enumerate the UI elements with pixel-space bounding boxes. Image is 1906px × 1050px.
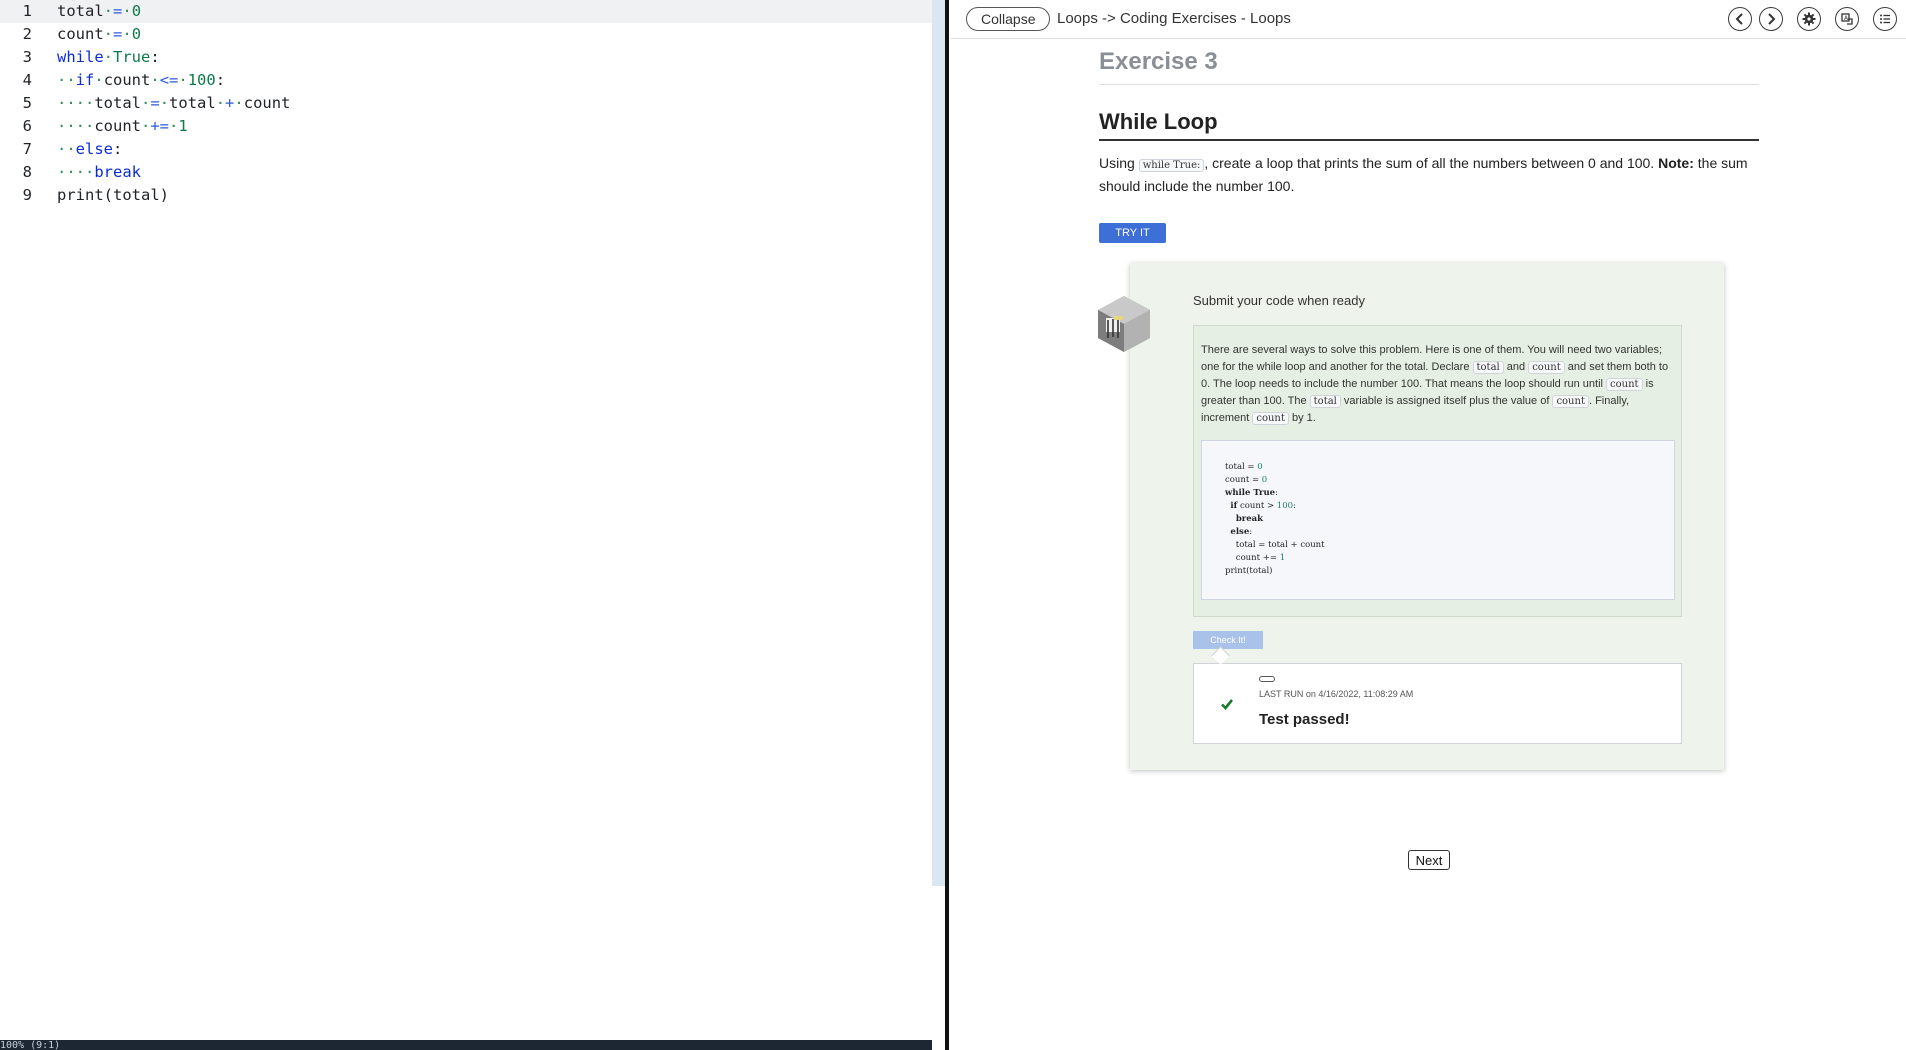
try-it-button[interactable]: TRY IT [1099,223,1166,243]
translate-icon[interactable]: A [1835,7,1859,31]
breadcrumb: Loops -> Coding Exercises - Loops [1057,10,1291,27]
check-icon [1221,699,1234,710]
line-number: 7 [22,140,32,158]
last-run-label: LAST RUN [1259,689,1304,699]
instructions: Using while True:, create a loop that pr… [1099,153,1759,197]
list-icon[interactable] [1873,7,1897,31]
line-number: 9 [22,186,32,204]
code-text[interactable]: ··if·count·<=·100: [57,69,225,92]
chevron-left-icon[interactable] [1728,7,1752,31]
last-run: LAST RUN on 4/16/2022, 11:08:29 AM [1259,689,1413,699]
code-line[interactable]: 8 ····break [0,161,932,184]
line-number: 8 [22,163,32,181]
code-text[interactable]: ··else: [57,138,122,161]
inline-code: total [1472,361,1504,374]
inline-code: count [1606,378,1643,391]
pane-divider[interactable] [945,0,949,1050]
code-text[interactable]: print(total) [57,184,169,207]
top-bar: Collapse Loops -> Coding Exercises - Loo… [951,0,1906,39]
instructions-text: , create a loop that prints the sum of a… [1204,155,1655,171]
collapse-button[interactable]: Collapse [966,7,1051,31]
chevron-right-icon[interactable] [1759,7,1783,31]
code-line[interactable]: 9 print(total) [0,184,932,207]
exercise-title: While Loop [1099,109,1759,141]
exercise-number: Exercise 3 [1099,48,1759,85]
gear-icon[interactable] [1797,7,1821,31]
note-label: Note: [1658,155,1694,171]
inline-code: count [1528,361,1565,374]
result-toggle[interactable] [1259,676,1275,682]
code-text[interactable]: while·True: [57,46,160,69]
robot-icon [1098,296,1150,352]
test-result: Test passed! [1259,711,1350,728]
solution-explanation: There are several ways to solve this pro… [1201,344,1669,425]
code-line[interactable]: 1 total·=·0 [0,0,932,23]
inline-code: total [1309,395,1341,408]
code-text[interactable]: ····total·=·total·+·count [57,92,290,115]
line-number: 1 [22,2,32,20]
line-number: 6 [22,117,32,135]
code-line[interactable]: 4 ··if·count·<=·100: [0,69,932,92]
code-line[interactable]: 5 ····total·=·total·+·count [0,92,932,115]
code-line[interactable]: 2 count·=·0 [0,23,932,46]
submit-prompt: Submit your code when ready [1193,293,1365,308]
code-line[interactable]: 3 while·True: [0,46,932,69]
instructions-text: Using [1099,155,1135,171]
code-line[interactable]: 6 ····count·+=·1 [0,115,932,138]
line-number: 2 [22,25,32,43]
result-panel: LAST RUN on 4/16/2022, 11:08:29 AM Test … [1193,663,1682,744]
code-lines[interactable]: 1 total·=·0 2 count·=·0 3 while·True: 4 ··if·co… [0,0,932,207]
line-number: 4 [22,71,32,89]
inline-code: count [1252,412,1289,425]
line-number: 5 [22,94,32,112]
editor-status-bar: 100% (9:1) [0,1040,932,1050]
code-text[interactable]: ····break [57,161,141,184]
last-run-time: on 4/16/2022, 11:08:29 AM [1305,689,1414,699]
solution-code: total = 0 count = 0 while True: if count… [1225,462,1325,576]
inline-code: count [1552,395,1589,408]
code-text[interactable]: ····count·+=·1 [57,115,188,138]
solution-panel: There are several ways to solve this pro… [1193,325,1682,617]
inline-code: while True: [1138,159,1205,172]
code-line[interactable]: 7 ··else: [0,138,932,161]
check-it-button[interactable]: Check It! [1193,631,1263,649]
exercise-content: Exercise 3 While Loop Using while True:,… [1099,38,1759,243]
solution-code-block: total = 0 count = 0 while True: if count… [1201,440,1675,600]
next-button[interactable]: Next [1408,850,1450,870]
code-editor[interactable]: 1 total·=·0 2 count·=·0 3 while·True: 4 ··if·co… [0,0,932,1050]
line-number: 3 [22,48,32,66]
code-text[interactable]: total·=·0 [57,0,141,23]
code-text[interactable]: count·=·0 [57,23,141,46]
editor-scrollbar[interactable] [932,0,945,886]
